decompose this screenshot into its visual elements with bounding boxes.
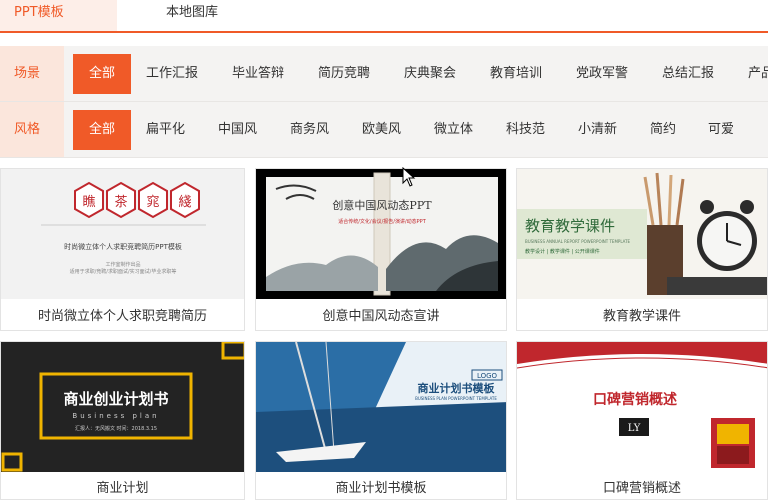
mouse-cursor-icon — [402, 167, 416, 187]
style-filter-flat[interactable]: 扁平化 — [146, 110, 185, 150]
template-title: 时尚微立体个人求职竞聘简历 — [37, 309, 207, 324]
scene-filter-resume[interactable]: 简历竞聘 — [318, 54, 370, 94]
hex-char: 茶 — [114, 194, 127, 210]
style-filter-simple[interactable]: 简约 — [650, 110, 676, 150]
business-plan-sailboat-preview: LOGO 商业计划书模板 BUSINESS PLAN POWERPOINT TE… — [256, 342, 506, 472]
template-thumbnail: 创意中国风动态PPT 适合传统/文化/会议/报告/演讲/动态PPT — [256, 169, 506, 299]
top-tab-bar: PPT模板 本地图库 — [0, 0, 768, 33]
chinese-style-preview: 创意中国风动态PPT 适合传统/文化/会议/报告/演讲/动态PPT — [256, 169, 506, 299]
template-thumbnail: 口碑营销概述 LY — [517, 342, 767, 472]
style-filter-micro-3d[interactable]: 微立体 — [434, 110, 473, 150]
preview-tags: 教学设计 | 教学课件 | 公开课课件 — [525, 248, 600, 255]
scene-filter-work-report[interactable]: 工作汇报 — [146, 54, 198, 94]
style-filter-all[interactable]: 全部 — [73, 110, 131, 150]
template-thumbnail: 教育教学课件 BUSINESS ANNUAL REPORT POWERPOINT… — [517, 169, 767, 299]
preview-sub: BUSINESS ANNUAL REPORT POWERPOINT TEMPLA… — [525, 239, 631, 244]
style-filter-fresh[interactable]: 小清新 — [578, 110, 617, 150]
preview-sub: BUSINESS PLAN POWERPOINT TEMPLATE — [415, 396, 497, 401]
template-thumbnail: 商业创业计划书 Business plan 汇报人：无风搬文 时间：2018.3… — [1, 342, 244, 472]
template-card[interactable]: 教育教学课件 BUSINESS ANNUAL REPORT POWERPOINT… — [516, 168, 768, 331]
style-filter-chinese[interactable]: 中国风 — [218, 110, 257, 150]
template-card[interactable]: 创意中国风动态PPT 适合传统/文化/会议/报告/演讲/动态PPT 创意中国风动… — [255, 168, 507, 331]
template-title: 商业计划书模板 — [335, 481, 427, 496]
template-card[interactable]: LOGO 商业计划书模板 BUSINESS PLAN POWERPOINT TE… — [255, 341, 507, 500]
word-of-mouth-preview: 口碑营销概述 LY — [517, 342, 767, 472]
scene-filter-summary[interactable]: 总结汇报 — [662, 54, 714, 94]
preview-logo: LY — [628, 423, 641, 434]
scene-filter-product[interactable]: 产品 — [748, 54, 768, 94]
template-thumbnail: 瞧 茶 窕 綫 时尚微立体个人求职竞聘简历PPT模板 工作室制作出品 适用于求职… — [1, 169, 244, 299]
scene-filter-row: 场景 全部 工作汇报 毕业答辩 简历竞聘 庆典聚会 教育培训 党政军警 总结汇报… — [0, 46, 768, 102]
template-card[interactable]: 口碑营销概述 LY 口碑营销概述 — [516, 341, 768, 500]
preview-title: 口碑营销概述 — [593, 391, 677, 408]
scene-filter-label: 场景 — [0, 46, 64, 101]
hex-char: 綫 — [178, 195, 191, 210]
style-filter-business[interactable]: 商务风 — [290, 110, 329, 150]
style-filter-tech[interactable]: 科技范 — [506, 110, 545, 150]
business-plan-dark-preview: 商业创业计划书 Business plan 汇报人：无风搬文 时间：2018.3… — [1, 342, 244, 472]
template-card[interactable]: 商业创业计划书 Business plan 汇报人：无风搬文 时间：2018.3… — [0, 341, 245, 500]
preview-title: 创意中国风动态PPT — [332, 198, 432, 212]
scene-filter-government[interactable]: 党政军警 — [576, 54, 628, 94]
preview-title: 教育教学课件 — [525, 217, 615, 235]
preview-en: Business plan — [72, 412, 159, 420]
template-thumbnail: LOGO 商业计划书模板 BUSINESS PLAN POWERPOINT TE… — [256, 342, 506, 472]
hex-char: 瞧 — [82, 195, 95, 210]
style-filter-row: 风格 全部 扁平化 中国风 商务风 欧美风 微立体 科技范 小清新 简约 可爱 — [0, 102, 768, 158]
tab-ppt-templates[interactable]: PPT模板 — [0, 0, 117, 31]
scene-filter-celebration[interactable]: 庆典聚会 — [404, 54, 456, 94]
preview-sub: 适合传统/文化/会议/报告/演讲/动态PPT — [338, 218, 426, 225]
template-title: 创意中国风动态宣讲 — [322, 309, 440, 324]
scene-filter-all[interactable]: 全部 — [73, 54, 131, 94]
template-title: 商业计划 — [96, 481, 149, 496]
preview-sub: 适用于求职/竞聘/求职面试/实习面试/毕业求职等 — [70, 268, 177, 275]
template-title: 教育教学课件 — [602, 309, 681, 324]
resume-template-preview: 瞧 茶 窕 綫 时尚微立体个人求职竞聘简历PPT模板 工作室制作出品 适用于求职… — [41, 181, 206, 275]
preview-title: 商业创业计划书 — [63, 390, 168, 408]
style-filter-western[interactable]: 欧美风 — [362, 110, 401, 150]
hex-char: 窕 — [146, 194, 159, 210]
tab-local-gallery[interactable]: 本地图库 — [166, 0, 256, 31]
preview-title: 时尚微立体个人求职竞聘简历PPT模板 — [64, 242, 182, 251]
preview-title: 商业计划书模板 — [418, 381, 496, 395]
template-card[interactable]: 瞧 茶 窕 綫 时尚微立体个人求职竞聘简历PPT模板 工作室制作出品 适用于求职… — [0, 168, 245, 331]
scene-filter-education[interactable]: 教育培训 — [490, 54, 542, 94]
style-filter-label: 风格 — [0, 102, 64, 157]
preview-meta: 汇报人：无风搬文 时间：2018.3.15 — [75, 425, 157, 432]
scene-filter-graduation[interactable]: 毕业答辩 — [232, 54, 284, 94]
style-filter-cute[interactable]: 可爱 — [708, 110, 734, 150]
preview-logo: LOGO — [477, 372, 498, 380]
template-title: 口碑营销概述 — [602, 481, 681, 496]
preview-sub: 工作室制作出品 — [105, 261, 140, 268]
education-preview: 教育教学课件 BUSINESS ANNUAL REPORT POWERPOINT… — [517, 169, 767, 299]
